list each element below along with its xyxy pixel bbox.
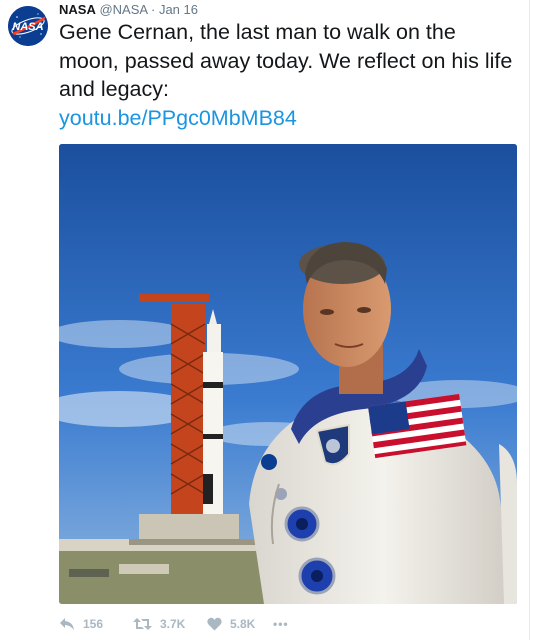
tweet-body: Gene Cernan, the last man to walk on the… xyxy=(59,20,513,101)
tweet-photo[interactable] xyxy=(59,144,517,604)
more-button[interactable]: ••• xyxy=(273,617,289,631)
tweet-actions: 156 3.7K 5.8K ••• xyxy=(59,612,289,636)
avatar[interactable]: NASA xyxy=(8,6,48,46)
author-handle[interactable]: @NASA xyxy=(99,2,147,17)
retweet-icon xyxy=(133,618,152,630)
astronaut-photo-icon xyxy=(59,144,517,604)
header-separator: · xyxy=(150,2,156,17)
like-count: 5.8K xyxy=(230,617,256,631)
heart-icon xyxy=(207,617,222,631)
nasa-logo-icon: NASA xyxy=(8,6,48,46)
reply-icon xyxy=(60,618,74,630)
reply-button[interactable]: 156 xyxy=(59,617,133,631)
reply-count: 156 xyxy=(83,617,104,631)
more-icon: ••• xyxy=(273,617,289,631)
retweet-button[interactable]: 3.7K xyxy=(133,617,207,631)
tweet-link[interactable]: youtu.be/PPgc0MbMB84 xyxy=(59,104,519,133)
retweet-count: 3.7K xyxy=(160,617,186,631)
author-name[interactable]: NASA xyxy=(59,2,96,17)
timeline-border xyxy=(529,0,530,640)
svg-text:NASA: NASA xyxy=(12,21,43,33)
tweet-text: Gene Cernan, the last man to walk on the… xyxy=(59,18,519,132)
tweet-header: NASA @NASA · Jan 16 xyxy=(59,2,198,18)
tweet-date[interactable]: Jan 16 xyxy=(159,2,198,17)
like-button[interactable]: 5.8K xyxy=(207,617,273,631)
